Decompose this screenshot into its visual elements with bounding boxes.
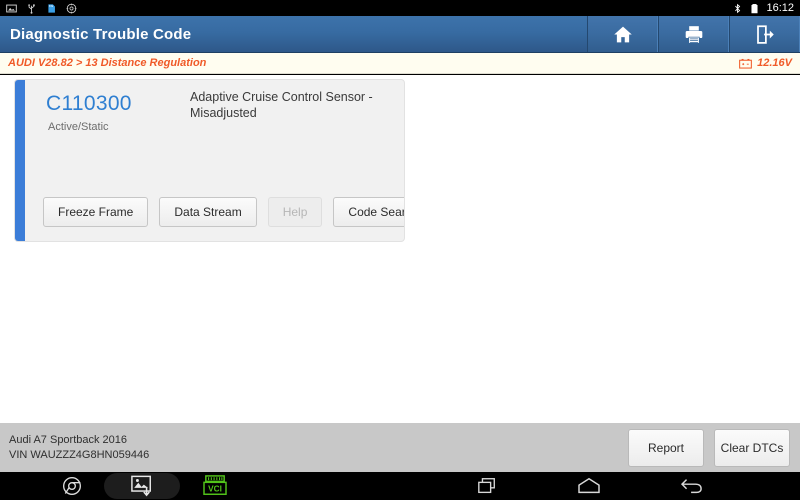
main-content: C110300 Active/Static Adaptive Cruise Co… xyxy=(0,75,800,423)
home-icon xyxy=(613,26,632,42)
home-button[interactable] xyxy=(587,16,658,52)
page-title: Diagnostic Trouble Code xyxy=(10,25,192,43)
vehicle-info: Audi A7 Sportback 2016 VIN WAUZZZ4G8HN05… xyxy=(0,433,149,463)
nav-bar-right xyxy=(476,476,800,496)
printer-icon xyxy=(685,25,702,44)
usb-icon xyxy=(28,3,35,14)
screenshot-icon xyxy=(6,4,17,12)
back-icon xyxy=(680,479,702,494)
vehicle-vin: VIN WAUZZZ4G8HN059446 xyxy=(9,448,150,461)
app-title-bar: Diagnostic Trouble Code xyxy=(0,16,800,53)
svg-text:VCI: VCI xyxy=(208,485,222,494)
report-button[interactable]: Report xyxy=(628,428,704,467)
voltage-indicator: 12.16V xyxy=(739,57,792,69)
nav-bar-left: VCI xyxy=(0,473,228,499)
vci-icon: VCI xyxy=(203,475,227,495)
print-button[interactable] xyxy=(658,16,729,52)
exit-icon xyxy=(756,24,774,44)
status-bar-left-icons xyxy=(6,3,77,14)
home-nav-button[interactable] xyxy=(576,476,602,496)
browser-icon xyxy=(63,477,81,495)
status-bar-time: 16:12 xyxy=(766,1,794,14)
home-outline-icon xyxy=(578,477,600,494)
vehicle-name: Audi A7 Sportback 2016 xyxy=(9,433,128,446)
dtc-action-buttons: Freeze Frame Data Stream Help Code Searc… xyxy=(43,197,404,227)
dtc-card-body: C110300 Active/Static Adaptive Cruise Co… xyxy=(25,80,404,241)
code-search-button[interactable]: Code Search xyxy=(333,197,404,227)
settings-icon xyxy=(66,3,77,13)
android-nav-bar: VCI xyxy=(0,472,800,500)
battery-voltage-icon xyxy=(739,58,752,69)
dtc-description: Adaptive Cruise Control Sensor - Misadju… xyxy=(190,90,373,120)
exit-button[interactable] xyxy=(729,16,800,52)
status-bar-right-icons: 16:12 xyxy=(732,1,794,14)
info-bar: AUDI V28.82 > 13 Distance Regulation 12.… xyxy=(0,53,800,74)
dtc-card: C110300 Active/Static Adaptive Cruise Co… xyxy=(14,79,405,242)
footer-actions: Report Clear DTCs xyxy=(628,428,800,467)
dtc-card-accent xyxy=(15,80,25,241)
sd-card-icon xyxy=(48,3,55,13)
title-bar-actions xyxy=(587,16,800,52)
dtc-status: Active/Static xyxy=(48,121,109,133)
screenshot-button[interactable] xyxy=(104,473,180,499)
help-button: Help xyxy=(267,197,323,227)
browser-button[interactable] xyxy=(62,476,82,496)
vci-button[interactable]: VCI xyxy=(202,475,228,497)
battery-icon xyxy=(751,3,758,13)
freeze-frame-button[interactable]: Freeze Frame xyxy=(43,197,149,227)
dtc-code: C110300 xyxy=(46,92,132,115)
recents-button[interactable] xyxy=(476,476,498,496)
footer-bar: Audi A7 Sportback 2016 VIN WAUZZZ4G8HN05… xyxy=(0,423,800,472)
voltage-value: 12.16V xyxy=(757,57,792,69)
bluetooth-icon xyxy=(735,3,741,13)
clear-dtcs-button[interactable]: Clear DTCs xyxy=(714,428,790,467)
back-button[interactable] xyxy=(680,476,704,496)
data-stream-button[interactable]: Data Stream xyxy=(159,197,257,227)
recents-icon xyxy=(478,478,495,494)
breadcrumb[interactable]: AUDI V28.82 > 13 Distance Regulation xyxy=(8,57,206,69)
android-status-bar: 16:12 xyxy=(0,0,800,16)
screenshot-capture-icon xyxy=(131,475,151,497)
